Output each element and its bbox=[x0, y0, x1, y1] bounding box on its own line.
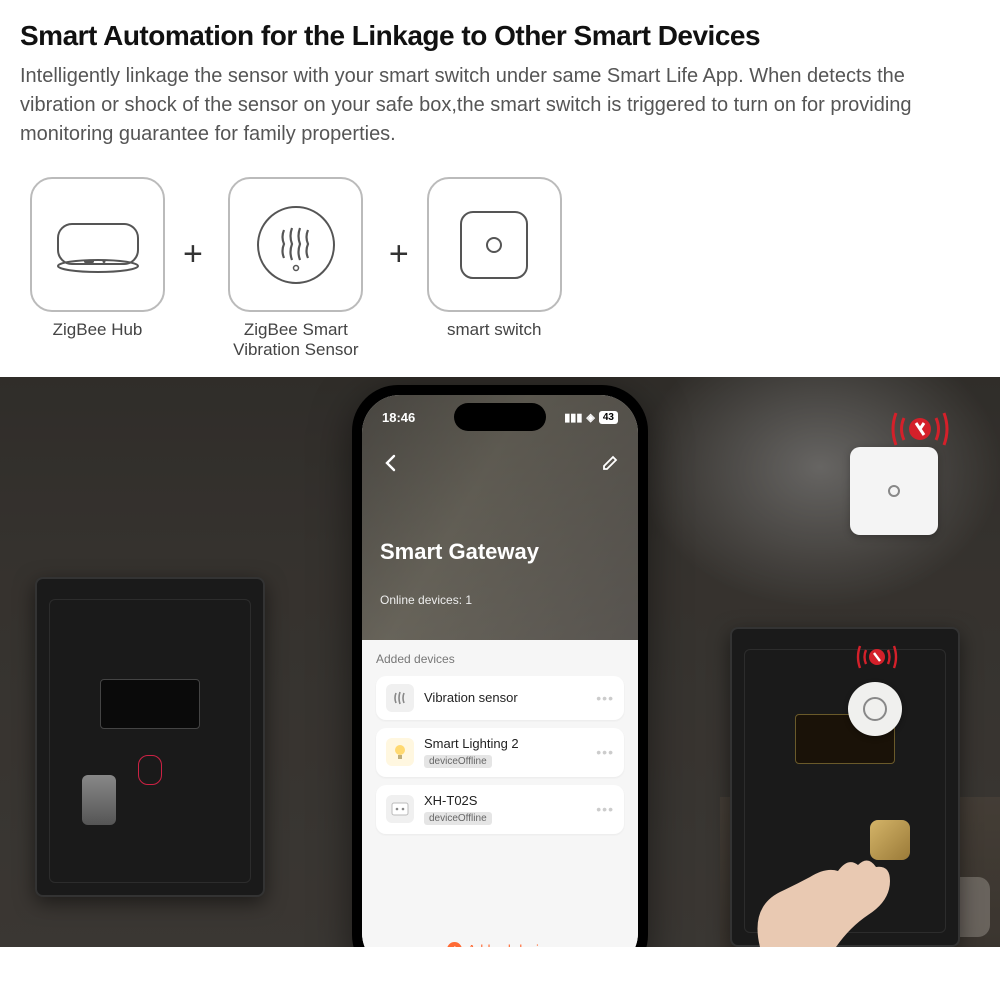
phone-mockup: 18:46 ▮▮▮ ◈ 43 Smart Gateway Onli bbox=[352, 385, 648, 947]
plus-icon: + bbox=[383, 235, 415, 274]
vibration-sensor-icon bbox=[228, 177, 363, 312]
device-status-badge: deviceOffline bbox=[424, 755, 492, 768]
back-button[interactable] bbox=[380, 453, 400, 473]
plus-icon: + bbox=[177, 235, 209, 274]
light-bulb-icon bbox=[386, 738, 414, 766]
device-switch: smart switch bbox=[427, 177, 562, 340]
sensor-label: ZigBee Smart Vibration Sensor bbox=[221, 320, 371, 361]
vibration-sensor-icon bbox=[386, 684, 414, 712]
phone-screen: 18:46 ▮▮▮ ◈ 43 Smart Gateway Onli bbox=[362, 395, 638, 947]
alarm-wave-icon bbox=[890, 403, 950, 455]
hand-touching-safe bbox=[740, 837, 900, 947]
wall-switch bbox=[850, 447, 938, 535]
add-subdevice-label: Add subdevice bbox=[467, 942, 552, 947]
add-subdevice-button[interactable]: + Add subdevice bbox=[362, 942, 638, 947]
device-row[interactable]: Vibration sensor ••• bbox=[376, 676, 624, 720]
description: Intelligently linkage the sensor with yo… bbox=[20, 62, 980, 149]
device-row[interactable]: Smart Lighting 2 deviceOffline ••• bbox=[376, 728, 624, 777]
edit-button[interactable] bbox=[600, 453, 620, 473]
more-icon[interactable]: ••• bbox=[596, 744, 614, 760]
device-name: XH-T02S bbox=[424, 793, 586, 808]
section-heading: Added devices bbox=[376, 652, 624, 666]
battery-level: 43 bbox=[599, 411, 618, 424]
app-title: Smart Gateway bbox=[380, 539, 620, 565]
device-list-panel: Added devices Vibration sensor ••• bbox=[362, 640, 638, 947]
scene-background: 18:46 ▮▮▮ ◈ 43 Smart Gateway Onli bbox=[0, 377, 1000, 947]
thermostat-icon bbox=[386, 795, 414, 823]
signal-icon: ▮▮▮ bbox=[564, 411, 582, 424]
headline: Smart Automation for the Linkage to Othe… bbox=[20, 20, 980, 52]
status-time: 18:46 bbox=[382, 410, 415, 425]
device-hub: ZigBee Hub bbox=[30, 177, 165, 340]
hub-label: ZigBee Hub bbox=[53, 320, 143, 340]
online-devices-count: Online devices: 1 bbox=[380, 593, 620, 607]
wifi-icon: ◈ bbox=[586, 411, 594, 424]
more-icon[interactable]: ••• bbox=[596, 690, 614, 706]
hub-icon bbox=[30, 177, 165, 312]
device-status-badge: deviceOffline bbox=[424, 812, 492, 825]
dynamic-island bbox=[454, 403, 546, 431]
marketing-header: Smart Automation for the Linkage to Othe… bbox=[0, 0, 1000, 159]
status-indicators: ▮▮▮ ◈ 43 bbox=[564, 411, 618, 424]
plus-circle-icon: + bbox=[447, 942, 462, 947]
sensor-on-safe bbox=[848, 682, 902, 736]
device-row[interactable]: XH-T02S deviceOffline ••• bbox=[376, 785, 624, 834]
safe-box-left bbox=[35, 577, 265, 897]
device-chain-row: ZigBee Hub + ZigBee Smart Vibration Sens… bbox=[0, 159, 1000, 377]
device-sensor: ZigBee Smart Vibration Sensor bbox=[221, 177, 371, 361]
device-name: Smart Lighting 2 bbox=[424, 736, 586, 751]
more-icon[interactable]: ••• bbox=[596, 801, 614, 817]
device-name: Vibration sensor bbox=[424, 690, 586, 705]
smart-switch-icon bbox=[427, 177, 562, 312]
switch-label: smart switch bbox=[447, 320, 541, 340]
alarm-wave-icon bbox=[856, 639, 898, 675]
